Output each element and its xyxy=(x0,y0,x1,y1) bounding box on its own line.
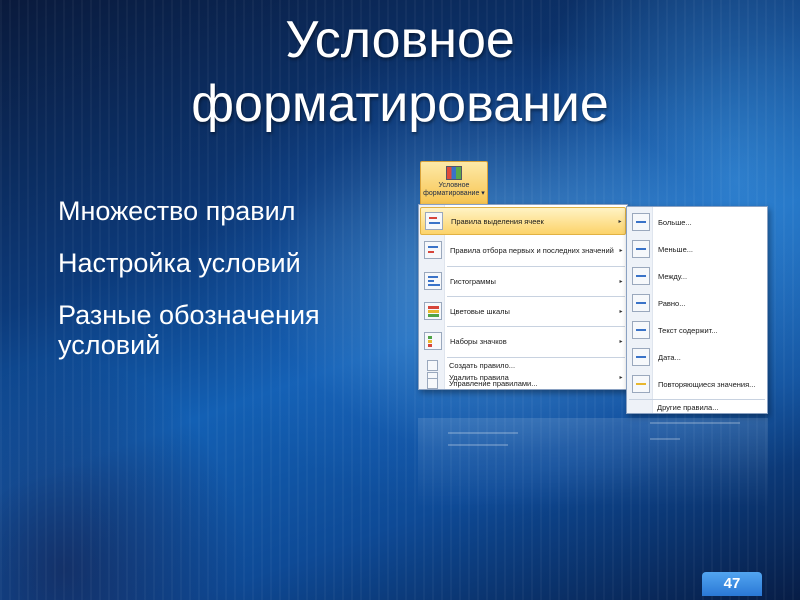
submenu-item-label: Меньше... xyxy=(658,244,693,254)
page-number-badge: 47 xyxy=(702,572,762,596)
top-bottom-rules-icon xyxy=(424,241,442,259)
bullet-item: Множество правил xyxy=(28,196,408,226)
menu-item-color-scales[interactable]: Цветовые шкалы ▸ xyxy=(420,297,626,325)
new-rule-icon xyxy=(427,359,438,371)
menu-item-label: Правила выделения ячеек xyxy=(451,216,544,226)
submenu-arrow-icon: ▸ xyxy=(619,278,623,285)
manage-rules-icon xyxy=(427,377,438,389)
menu-item-label: Наборы значков xyxy=(450,336,507,346)
title-line-1: Условное xyxy=(285,11,515,69)
bullet-item: Настройка условий xyxy=(28,248,408,278)
between-icon xyxy=(632,267,650,285)
color-scales-icon xyxy=(424,302,442,320)
menu-item-data-bars[interactable]: Гистограммы ▸ xyxy=(420,267,626,295)
menu-item-new-rule[interactable]: Создать правило... xyxy=(420,359,626,371)
menu-item-label: Создать правило... xyxy=(449,360,516,370)
menu-item-label: Гистограммы xyxy=(450,276,496,286)
submenu-item-between[interactable]: Между... xyxy=(628,263,766,289)
conditional-formatting-menu: Правила выделения ячеек ▸ Правила отбора… xyxy=(418,204,628,390)
less-than-icon xyxy=(632,240,650,258)
title-line-2: форматирование xyxy=(191,75,609,133)
menu-reflection xyxy=(418,418,768,508)
bullet-text: Множество правил xyxy=(58,196,296,226)
date-occurring-icon xyxy=(632,348,650,366)
submenu-arrow-icon: ▸ xyxy=(618,218,622,225)
menu-item-highlight-rules[interactable]: Правила выделения ячеек ▸ xyxy=(420,207,626,235)
submenu-item-date[interactable]: Дата... xyxy=(628,344,766,370)
menu-item-label: Правила отбора первых и последних значен… xyxy=(450,245,614,255)
menu-item-label: Управление правилами... xyxy=(449,378,538,388)
submenu-item-label: Дата... xyxy=(658,352,681,362)
submenu-item-label: Повторяющиеся значения... xyxy=(658,379,756,389)
menu-separator xyxy=(629,399,765,400)
menu-item-icon-sets[interactable]: Наборы значков ▸ xyxy=(420,327,626,355)
slide-title: Условное форматирование xyxy=(0,8,800,136)
submenu-item-more-rules[interactable]: Другие правила... xyxy=(628,401,766,413)
menu-separator xyxy=(447,357,625,358)
submenu-item-label: Больше... xyxy=(658,217,692,227)
submenu-item-label: Между... xyxy=(658,271,688,281)
submenu-item-label: Текст содержит... xyxy=(658,325,718,335)
conditional-formatting-icon xyxy=(446,166,462,180)
greater-than-icon xyxy=(632,213,650,231)
duplicate-values-icon xyxy=(632,375,650,393)
submenu-arrow-icon: ▸ xyxy=(619,308,623,315)
menu-item-label: Цветовые шкалы xyxy=(450,306,510,316)
equal-to-icon xyxy=(632,294,650,312)
submenu-arrow-icon: ▸ xyxy=(619,338,623,345)
bullet-text: Разные обозначения условий xyxy=(58,300,320,360)
bullet-item: Разные обозначения условий xyxy=(28,300,408,360)
submenu-item-less-than[interactable]: Меньше... xyxy=(628,236,766,262)
submenu-arrow-icon: ▸ xyxy=(619,247,623,254)
conditional-formatting-button[interactable]: Условное форматирование ▾ xyxy=(420,161,488,208)
bullet-text: Настройка условий xyxy=(58,248,301,278)
data-bars-icon xyxy=(424,272,442,290)
icon-sets-icon xyxy=(424,332,442,350)
blank-icon xyxy=(635,402,646,413)
ribbon-label-2: форматирование ▾ xyxy=(423,190,485,197)
text-contains-icon xyxy=(632,321,650,339)
menu-item-top-bottom-rules[interactable]: Правила отбора первых и последних значен… xyxy=(420,236,626,264)
submenu-item-text-contains[interactable]: Текст содержит... xyxy=(628,317,766,343)
submenu-item-label: Другие правила... xyxy=(657,402,719,412)
highlight-rules-icon xyxy=(425,212,443,230)
submenu-item-greater-than[interactable]: Больше... xyxy=(628,209,766,235)
submenu-item-duplicate-values[interactable]: Повторяющиеся значения... xyxy=(628,371,766,397)
highlight-rules-submenu: Больше... Меньше... Между... Равно... Те… xyxy=(626,206,768,414)
menu-item-manage-rules[interactable]: Управление правилами... xyxy=(420,377,626,389)
submenu-item-equal-to[interactable]: Равно... xyxy=(628,290,766,316)
submenu-item-label: Равно... xyxy=(658,298,686,308)
bullet-list: Множество правил Настройка условий Разны… xyxy=(28,196,408,382)
ribbon-label-1: Условное xyxy=(438,182,470,189)
